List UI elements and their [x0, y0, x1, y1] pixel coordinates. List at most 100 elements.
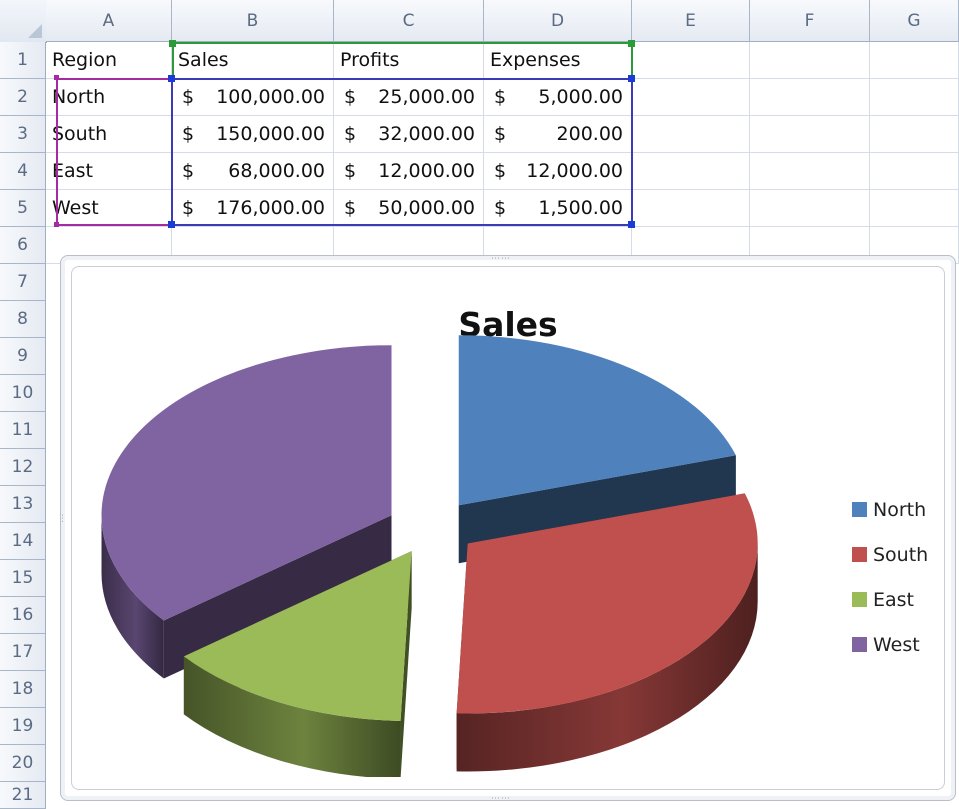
row-header-19[interactable]: 19	[0, 708, 46, 745]
range-handle[interactable]	[628, 221, 635, 228]
legend-item[interactable]: East	[852, 577, 928, 622]
cell-c1[interactable]: Profits	[334, 42, 484, 79]
legend-item[interactable]: South	[852, 532, 928, 577]
cell-f4[interactable]	[750, 153, 870, 190]
column-header-b[interactable]: B	[172, 0, 334, 42]
cell-e1[interactable]	[632, 42, 750, 79]
cell-a1[interactable]: Region	[46, 42, 172, 79]
chart-resize-grip-left[interactable]: ⋮	[58, 514, 68, 524]
row-header-17[interactable]: 17	[0, 634, 46, 671]
row-header-4[interactable]: 4	[0, 153, 46, 190]
column-header-d[interactable]: D	[484, 0, 632, 42]
legend-swatch	[852, 502, 867, 517]
cell-b1[interactable]: Sales	[172, 42, 334, 79]
cell-d3[interactable]: $200.00	[484, 116, 632, 153]
cell-d4[interactable]: $12,000.00	[484, 153, 632, 190]
legend-swatch	[852, 547, 867, 562]
range-handle[interactable]	[169, 40, 176, 47]
cell-value: 100,000.00	[216, 86, 325, 108]
cell-g5[interactable]	[870, 190, 959, 227]
cell-e4[interactable]	[632, 153, 750, 190]
currency-symbol: $	[494, 86, 507, 108]
cell-c5[interactable]: $50,000.00	[334, 190, 484, 227]
cell-c4[interactable]: $12,000.00	[334, 153, 484, 190]
range-handle[interactable]	[628, 40, 635, 47]
cell-value: 1,500.00	[538, 197, 623, 219]
range-handle[interactable]	[54, 75, 59, 80]
cell-d5[interactable]: $1,500.00	[484, 190, 632, 227]
range-handle[interactable]	[54, 222, 59, 227]
chart-object[interactable]: ⋯⋯ ⋮ ⋯⋯ Sales North South East West	[58, 254, 956, 804]
cell-value: 32,000.00	[378, 123, 475, 145]
chart-resize-grip-bottom[interactable]: ⋯⋯	[491, 794, 511, 804]
cell-e5[interactable]	[632, 190, 750, 227]
column-header-a[interactable]: A	[46, 0, 172, 42]
cell-a3[interactable]: South	[46, 116, 172, 153]
currency-symbol: $	[182, 160, 195, 182]
cell-b3[interactable]: $150,000.00	[172, 116, 334, 153]
row-header-11[interactable]: 11	[0, 412, 46, 449]
cell-e2[interactable]	[632, 79, 750, 116]
legend-swatch	[852, 637, 867, 652]
cell-value: 50,000.00	[378, 197, 475, 219]
cell-b5[interactable]: $176,000.00	[172, 190, 334, 227]
row-header-20[interactable]: 20	[0, 745, 46, 782]
column-header-g[interactable]: G	[870, 0, 959, 42]
cell-f2[interactable]	[750, 79, 870, 116]
column-header-c[interactable]: C	[334, 0, 484, 42]
currency-symbol: $	[344, 86, 357, 108]
row-header-6[interactable]: 6	[0, 227, 46, 264]
row-header-21[interactable]: 21	[0, 782, 46, 809]
row-header-14[interactable]: 14	[0, 523, 46, 560]
cell-d2[interactable]: $5,000.00	[484, 79, 632, 116]
cell-d1[interactable]: Expenses	[484, 42, 632, 79]
cell-b4[interactable]: $68,000.00	[172, 153, 334, 190]
cell-a5[interactable]: West	[46, 190, 172, 227]
legend-label: North	[873, 498, 927, 521]
row-header-13[interactable]: 13	[0, 486, 46, 523]
row-header-15[interactable]: 15	[0, 560, 46, 597]
column-header-e[interactable]: E	[632, 0, 750, 42]
cell-g1[interactable]	[870, 42, 959, 79]
legend-item[interactable]: West	[852, 622, 928, 667]
row-header-16[interactable]: 16	[0, 597, 46, 634]
row-header-1[interactable]: 1	[0, 42, 46, 79]
select-all-corner[interactable]	[0, 0, 47, 43]
cell-a2[interactable]: North	[46, 79, 172, 116]
row-header-9[interactable]: 9	[0, 338, 46, 375]
range-handle[interactable]	[168, 221, 175, 228]
row-header-8[interactable]: 8	[0, 301, 46, 338]
cell-e3[interactable]	[632, 116, 750, 153]
cell-c2[interactable]: $25,000.00	[334, 79, 484, 116]
currency-symbol: $	[344, 160, 357, 182]
cell-b2[interactable]: $100,000.00	[172, 79, 334, 116]
row-header-18[interactable]: 18	[0, 671, 46, 708]
cell-c3[interactable]: $32,000.00	[334, 116, 484, 153]
legend-swatch	[852, 592, 867, 607]
cell-g3[interactable]	[870, 116, 959, 153]
row-header-2[interactable]: 2	[0, 79, 46, 116]
cell-value: 200.00	[556, 123, 623, 145]
row-header-12[interactable]: 12	[0, 449, 46, 486]
row-header-3[interactable]: 3	[0, 116, 46, 153]
cell-f3[interactable]	[750, 116, 870, 153]
currency-symbol: $	[494, 160, 507, 182]
chart-area[interactable]: Sales North South East West	[71, 266, 945, 790]
range-handle[interactable]	[628, 75, 635, 82]
chart-resize-grip-top[interactable]: ⋯⋯	[491, 254, 511, 264]
row-header-5[interactable]: 5	[0, 190, 46, 227]
range-handle[interactable]	[168, 75, 175, 82]
cell-a4[interactable]: East	[46, 153, 172, 190]
row-header-7[interactable]: 7	[0, 264, 46, 301]
column-header-f[interactable]: F	[750, 0, 870, 42]
chart-legend[interactable]: North South East West	[852, 487, 928, 667]
cell-f5[interactable]	[750, 190, 870, 227]
pie-plot-area[interactable]	[72, 267, 832, 777]
cell-g4[interactable]	[870, 153, 959, 190]
cell-g2[interactable]	[870, 79, 959, 116]
currency-symbol: $	[344, 197, 357, 219]
row-header-10[interactable]: 10	[0, 375, 46, 412]
legend-item[interactable]: North	[852, 487, 928, 532]
cell-f1[interactable]	[750, 42, 870, 79]
cell-value: 150,000.00	[216, 123, 325, 145]
